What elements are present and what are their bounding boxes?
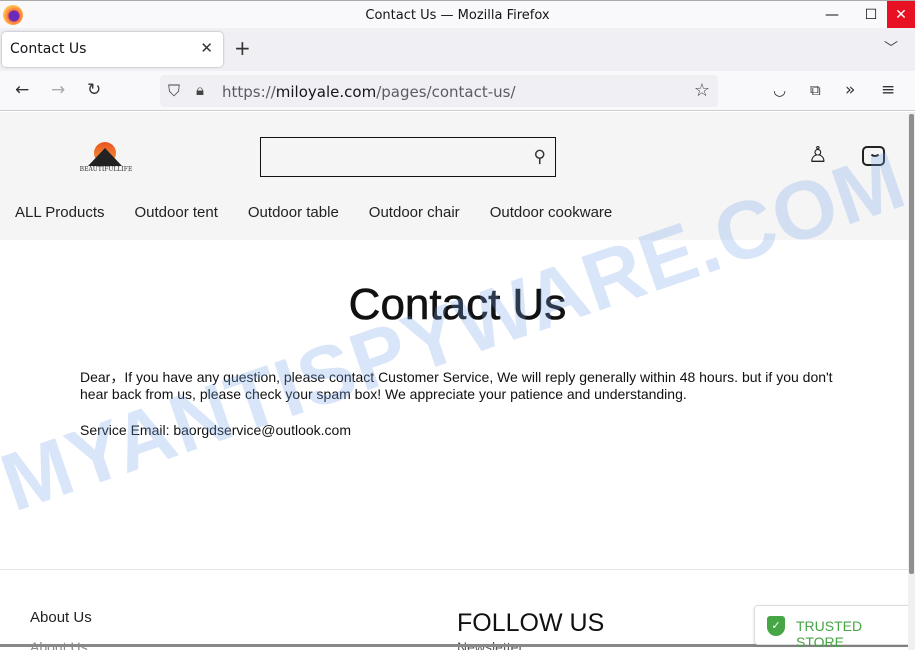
menu-item-outdoor-tent[interactable]: Outdoor tent — [135, 204, 218, 221]
lock-icon[interactable]: 🔒︎ — [196, 81, 204, 99]
tab-label: Contact Us — [10, 41, 87, 57]
tab-contact-us[interactable]: Contact Us ✕ — [2, 32, 223, 67]
page-title: Contact Us — [348, 280, 567, 330]
account-icon[interactable]: ♙ — [808, 143, 828, 168]
list-all-tabs-chevron-icon[interactable]: ﹀ — [884, 38, 898, 58]
logo-text: BEAUTIFULLIFE — [79, 166, 133, 173]
navigation-toolbar: ← → ↻ ⛉ 🔒︎ https://miloyale.com/pages/co… — [0, 71, 915, 111]
footer-follow-heading: FOLLOW US — [457, 609, 605, 637]
url-bar[interactable]: ⛉ 🔒︎ https://miloyale.com/pages/contact-… — [160, 75, 718, 107]
bookmark-star-icon[interactable]: ☆ — [694, 80, 710, 101]
close-tab-icon[interactable]: ✕ — [200, 39, 213, 57]
overflow-icon[interactable]: » — [845, 80, 855, 100]
scrollbar-thumb[interactable] — [909, 114, 914, 574]
menu-icon[interactable]: ≡ — [881, 80, 895, 100]
pocket-icon[interactable]: ◡ — [773, 80, 786, 100]
new-tab-button[interactable]: + — [234, 36, 251, 60]
url-path: /pages/contact-us/ — [376, 83, 516, 101]
url-scheme: https:// — [222, 83, 276, 101]
menu-item-outdoor-cookware[interactable]: Outdoor cookware — [490, 204, 613, 221]
url-text[interactable]: https://miloyale.com/pages/contact-us/ — [222, 83, 516, 101]
forward-button[interactable]: → — [51, 80, 65, 100]
web-page: BEAUTIFULLIFE ⚲ ♙ ALL Products Outdoor t… — [0, 112, 908, 650]
url-domain: miloyale.com — [275, 83, 377, 101]
shield-check-icon: ✓ — [767, 616, 785, 636]
trusted-store-badge[interactable]: ✓ TRUSTED STORE — [754, 605, 908, 650]
menu-item-outdoor-chair[interactable]: Outdoor chair — [369, 204, 460, 221]
cart-icon[interactable] — [862, 146, 885, 166]
menu-item-all-products[interactable]: ALL Products — [15, 204, 105, 221]
search-icon[interactable]: ⚲ — [534, 147, 546, 167]
logo-mountain-icon — [88, 148, 122, 166]
service-email: Service Email: baorgdservice@outlook.com — [80, 422, 351, 438]
menu-item-outdoor-table[interactable]: Outdoor table — [248, 204, 339, 221]
footer-about-heading: About Us — [30, 609, 92, 626]
vertical-scrollbar[interactable] — [908, 112, 915, 650]
shield-icon[interactable]: ⛉ — [168, 81, 180, 101]
site-header: BEAUTIFULLIFE ⚲ ♙ ALL Products Outdoor t… — [0, 112, 908, 240]
site-logo[interactable]: BEAUTIFULLIFE — [78, 140, 134, 176]
search-input[interactable]: ⚲ — [260, 137, 556, 177]
back-button[interactable]: ← — [15, 80, 29, 100]
main-menu: ALL Products Outdoor tent Outdoor table … — [15, 204, 612, 221]
window-titlebar: Contact Us — Mozilla Firefox — ☐ ✕ — [0, 0, 915, 28]
reload-button[interactable]: ↻ — [87, 80, 101, 100]
trusted-store-label: TRUSTED STORE — [796, 618, 863, 650]
close-window-button[interactable]: ✕ — [887, 1, 915, 28]
tab-bar: Contact Us ✕ + ﹀ — [0, 28, 915, 71]
footer-divider — [0, 569, 908, 570]
extensions-icon[interactable]: ⧉ — [810, 80, 821, 100]
window-title: Contact Us — Mozilla Firefox — [365, 8, 550, 23]
contact-paragraph: Dear，If you have any question, please co… — [80, 369, 833, 402]
